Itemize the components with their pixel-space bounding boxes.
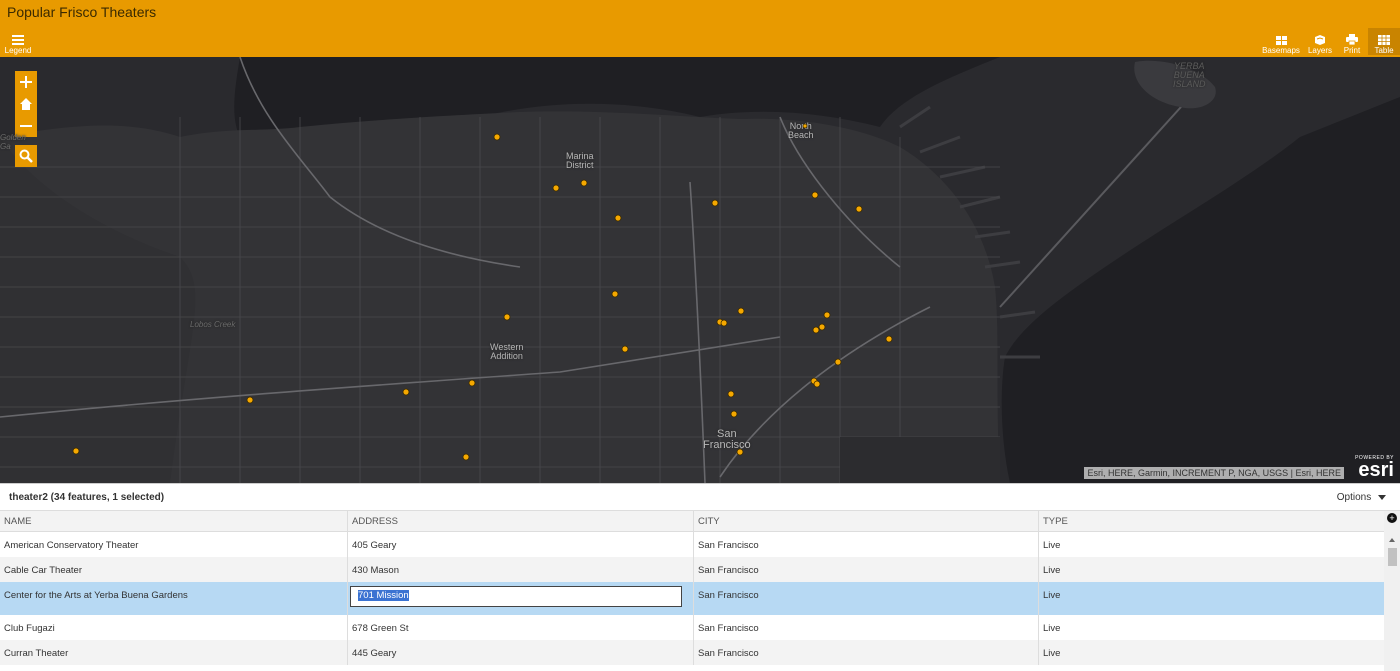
list-icon bbox=[12, 35, 24, 45]
layers-label: Layers bbox=[1307, 46, 1332, 55]
basemaps-button[interactable]: Basemaps bbox=[1262, 28, 1300, 55]
column-header-type[interactable]: TYPE bbox=[1038, 511, 1384, 531]
cell-type: Live bbox=[1038, 532, 1384, 557]
theater-point[interactable] bbox=[736, 448, 744, 456]
table-row[interactable]: Club Fugazi 678 Green St San Francisco L… bbox=[0, 615, 1384, 640]
table-row[interactable]: Curran Theater 445 Geary San Francisco L… bbox=[0, 640, 1384, 665]
table-icon bbox=[1378, 35, 1390, 45]
cell-city: San Francisco bbox=[693, 640, 1038, 665]
table-header-bar: theater2 (34 features, 1 selected) Optio… bbox=[0, 484, 1400, 511]
printer-icon bbox=[1346, 34, 1358, 45]
cell-type: Live bbox=[1038, 582, 1384, 615]
options-label: Options bbox=[1336, 492, 1372, 503]
theater-point[interactable] bbox=[72, 447, 80, 455]
basemaps-label: Basemaps bbox=[1262, 46, 1300, 55]
basemap-grid-icon bbox=[1275, 36, 1287, 45]
theater-point[interactable] bbox=[614, 214, 622, 222]
table-button[interactable]: Table bbox=[1368, 28, 1400, 55]
scrollbar-thumb[interactable] bbox=[1388, 548, 1397, 566]
cell-city: San Francisco bbox=[693, 557, 1038, 582]
cell-address: 445 Geary bbox=[347, 640, 693, 665]
column-header-address[interactable]: ADDRESS bbox=[347, 511, 693, 531]
theater-point[interactable] bbox=[811, 191, 819, 199]
table-vertical-scrollbar[interactable] bbox=[1384, 511, 1400, 671]
address-edit-input[interactable]: 701 Mission bbox=[350, 586, 682, 607]
cell-type: Live bbox=[1038, 640, 1384, 665]
cell-name: Center for the Arts at Yerba Buena Garde… bbox=[4, 590, 188, 601]
theater-point[interactable] bbox=[246, 396, 254, 404]
cell-address: 430 Mason bbox=[347, 557, 693, 582]
cell-city: San Francisco bbox=[693, 582, 1038, 615]
theater-point[interactable] bbox=[834, 358, 842, 366]
cell-address: 405 Geary bbox=[347, 532, 693, 557]
scroll-up-icon bbox=[1389, 538, 1395, 542]
theater-point[interactable] bbox=[468, 379, 476, 387]
map-view[interactable]: Marina District North Beach Western Addi… bbox=[0, 57, 1400, 483]
options-menu[interactable]: Options bbox=[1337, 492, 1386, 503]
app-title: Popular Frisco Theaters bbox=[7, 4, 157, 20]
theater-point[interactable] bbox=[855, 205, 863, 213]
cell-name: Club Fugazi bbox=[4, 623, 55, 634]
theater-points-layer bbox=[72, 123, 893, 461]
theater-point[interactable] bbox=[720, 319, 728, 327]
cell-name: Curran Theater bbox=[4, 648, 69, 659]
column-header-name[interactable]: NAME bbox=[0, 511, 347, 531]
theater-point[interactable] bbox=[621, 345, 629, 353]
theater-point[interactable] bbox=[885, 335, 893, 343]
theater-point[interactable] bbox=[462, 453, 470, 461]
print-label: Print bbox=[1343, 46, 1361, 55]
theater-point[interactable] bbox=[812, 326, 820, 334]
theater-point[interactable] bbox=[823, 311, 831, 319]
theater-point[interactable] bbox=[552, 184, 560, 192]
cell-city: San Francisco bbox=[693, 615, 1038, 640]
caret-down-icon bbox=[1378, 495, 1386, 500]
theater-point[interactable] bbox=[813, 380, 821, 388]
theater-point[interactable] bbox=[503, 313, 511, 321]
cell-city: San Francisco bbox=[693, 532, 1038, 557]
table-row[interactable]: American Conservatory Theater 405 Geary … bbox=[0, 532, 1384, 557]
table-title: theater2 (34 features, 1 selected) bbox=[9, 492, 165, 503]
cell-type: Live bbox=[1038, 557, 1384, 582]
attribute-table-panel: theater2 (34 features, 1 selected) Optio… bbox=[0, 483, 1400, 671]
column-header-row: NAME ADDRESS CITY TYPE bbox=[0, 511, 1384, 532]
address-edit-value: 701 Mission bbox=[358, 590, 409, 601]
app-header: Popular Frisco Theaters Legend Basemaps … bbox=[0, 0, 1400, 57]
legend-button[interactable]: Legend bbox=[3, 28, 33, 55]
theater-point[interactable] bbox=[711, 199, 719, 207]
legend-label: Legend bbox=[4, 46, 32, 55]
cell-type: Live bbox=[1038, 615, 1384, 640]
theater-point[interactable] bbox=[802, 123, 808, 129]
theater-point[interactable] bbox=[611, 290, 619, 298]
table-row-selected[interactable]: Center for the Arts at Yerba Buena Garde… bbox=[0, 582, 1384, 615]
print-button[interactable]: Print bbox=[1339, 28, 1365, 55]
theater-point[interactable] bbox=[730, 410, 738, 418]
map-attribution: Esri, HERE, Garmin, INCREMENT P, NGA, US… bbox=[1084, 467, 1344, 479]
layers-icon bbox=[1315, 35, 1325, 45]
table-label: Table bbox=[1374, 46, 1394, 55]
theater-point[interactable] bbox=[727, 390, 735, 398]
column-chooser-icon[interactable]: + bbox=[1387, 513, 1397, 523]
table-row[interactable]: Cable Car Theater 430 Mason San Francisc… bbox=[0, 557, 1384, 582]
theater-point[interactable] bbox=[580, 179, 588, 187]
esri-wordmark: esri bbox=[1358, 459, 1394, 481]
cell-address: 678 Green St bbox=[347, 615, 693, 640]
cell-name: American Conservatory Theater bbox=[4, 540, 139, 551]
layers-button[interactable]: Layers bbox=[1305, 28, 1335, 55]
theater-point[interactable] bbox=[402, 388, 410, 396]
theater-point[interactable] bbox=[818, 323, 826, 331]
column-header-city[interactable]: CITY bbox=[693, 511, 1038, 531]
esri-logo[interactable]: POWERED BY esri bbox=[1355, 455, 1394, 481]
cell-name: Cable Car Theater bbox=[4, 565, 82, 576]
theater-point[interactable] bbox=[737, 307, 745, 315]
theater-point[interactable] bbox=[493, 133, 501, 141]
